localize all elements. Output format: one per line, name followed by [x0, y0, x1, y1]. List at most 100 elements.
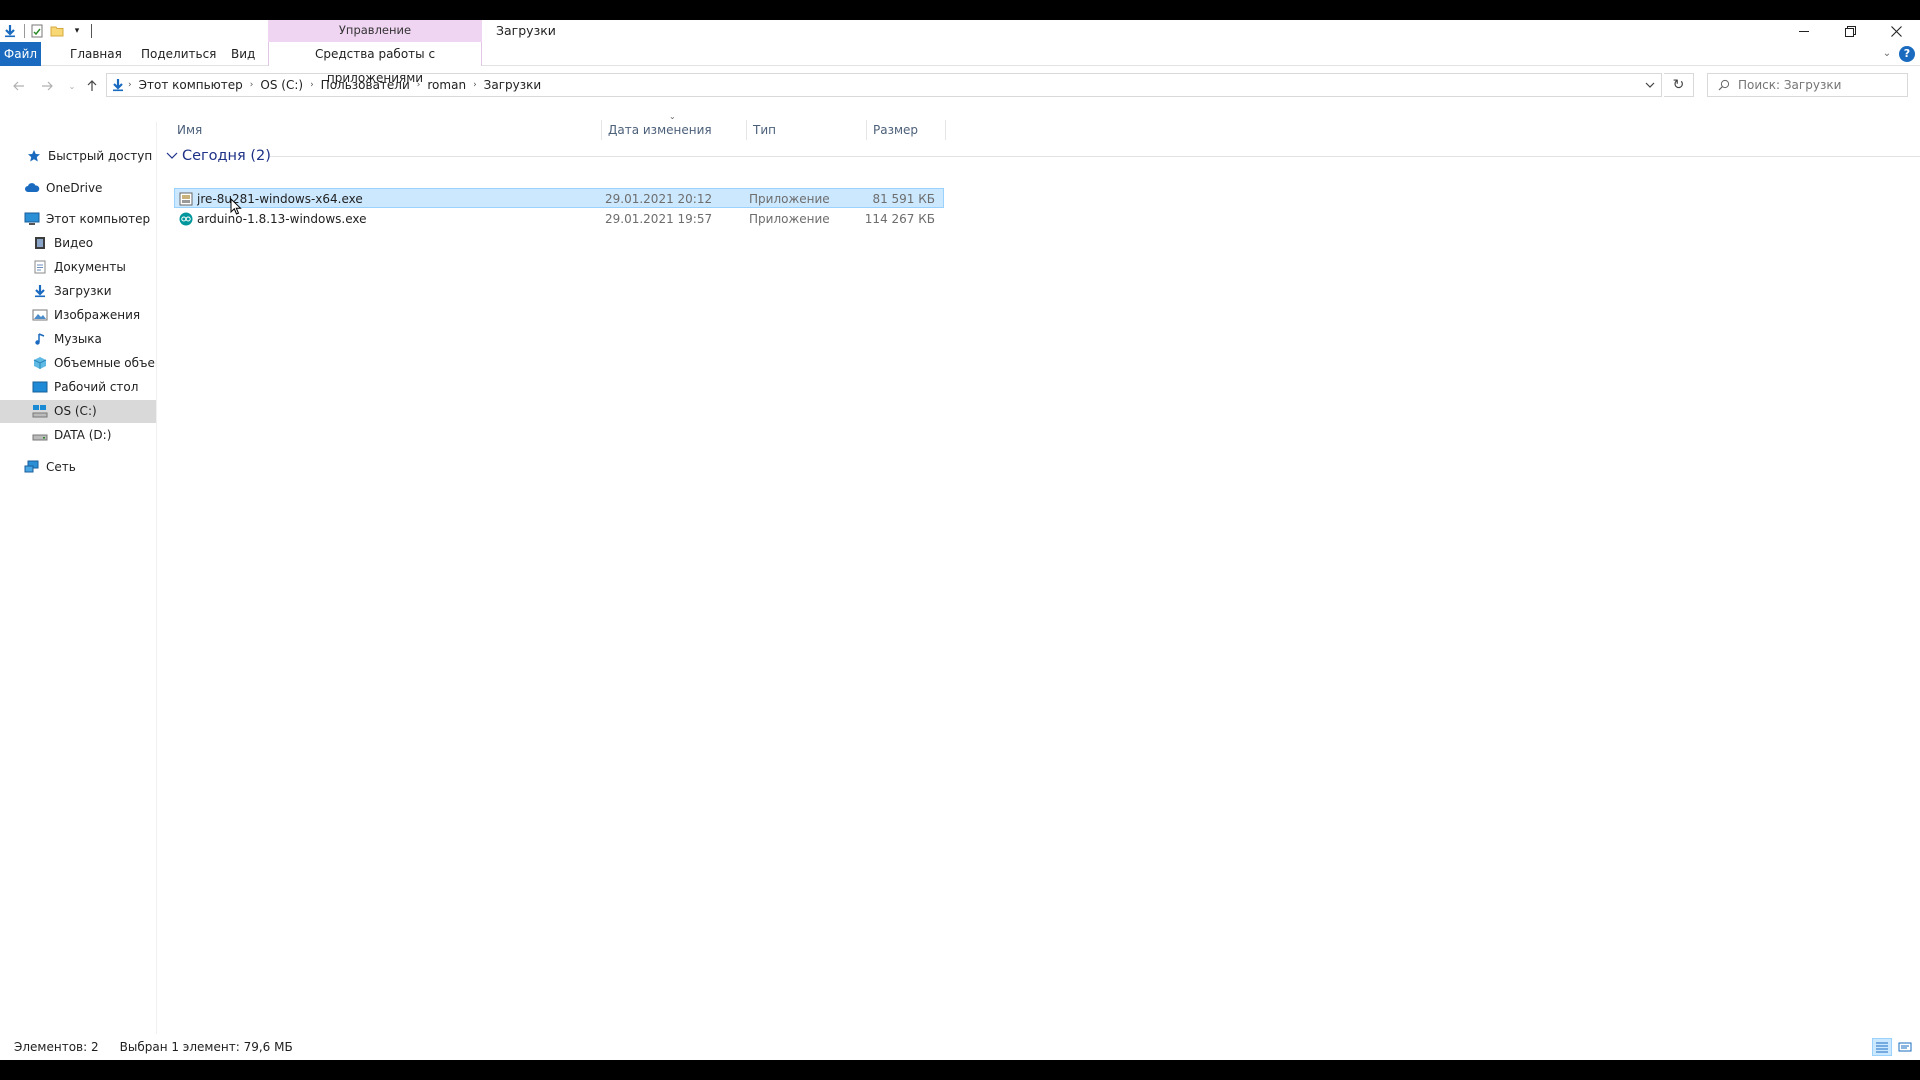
minimize-icon — [1799, 31, 1809, 32]
drive-icon — [32, 403, 48, 419]
chevron-right-icon[interactable]: › — [307, 80, 317, 90]
nav-item-video[interactable]: Видео — [32, 232, 93, 254]
breadcrumb-users[interactable]: Пользователи — [317, 78, 414, 92]
nav-item-music[interactable]: Музыка — [32, 328, 102, 350]
document-icon — [32, 259, 48, 275]
expand-ribbon-icon[interactable]: ⌄ — [1880, 42, 1894, 66]
properties-icon[interactable] — [29, 23, 45, 39]
installer-icon — [179, 190, 195, 208]
customize-toolbar-icon[interactable]: ▾ — [69, 23, 85, 39]
file-date: 29.01.2021 19:57 — [605, 212, 713, 226]
up-button[interactable] — [82, 76, 102, 96]
breadcrumb-this-pc[interactable]: Этот компьютер — [135, 78, 247, 92]
cube-icon — [32, 355, 48, 371]
arduino-icon — [179, 210, 195, 228]
star-icon — [26, 148, 42, 164]
file-name: jre-8u281-windows-x64.exe — [197, 192, 363, 206]
mouse-cursor-icon — [230, 197, 242, 216]
computer-icon — [24, 211, 40, 227]
file-type: Приложение — [749, 212, 830, 226]
back-button[interactable] — [9, 76, 29, 96]
large-icons-view-icon — [1898, 1042, 1912, 1052]
details-view-button[interactable] — [1872, 1038, 1892, 1056]
group-header-today[interactable]: Сегодня (2) — [166, 146, 271, 166]
file-size: 81 591 КБ — [872, 192, 935, 206]
nav-item-data-d[interactable]: DATA (D:) — [32, 424, 111, 446]
tab-file[interactable]: Файл — [0, 42, 41, 66]
nav-item-images[interactable]: Изображения — [32, 304, 140, 326]
nav-item-downloads[interactable]: Загрузки — [32, 280, 112, 302]
breadcrumb-downloads[interactable]: Загрузки — [480, 78, 546, 92]
cloud-icon — [24, 180, 40, 196]
new-folder-icon[interactable] — [49, 23, 65, 39]
close-icon — [1890, 25, 1902, 37]
close-button[interactable] — [1873, 20, 1919, 42]
search-box[interactable] — [1707, 73, 1908, 97]
download-icon — [32, 283, 48, 299]
status-bar: Элементов: 2 Выбран 1 элемент: 79,6 МБ — [0, 1034, 1920, 1060]
tab-view[interactable]: Вид — [231, 42, 255, 66]
breadcrumb-os-c[interactable]: OS (C:) — [256, 78, 307, 92]
network-icon — [24, 459, 40, 475]
help-icon[interactable]: ? — [1899, 46, 1915, 62]
refresh-button[interactable]: ↻ — [1664, 73, 1694, 97]
nav-item-documents[interactable]: Документы — [32, 256, 126, 278]
nav-item-desktop[interactable]: Рабочий стол — [32, 376, 138, 398]
tab-home[interactable]: Главная — [70, 42, 122, 66]
address-history-button[interactable] — [1639, 74, 1661, 96]
restore-button[interactable] — [1827, 20, 1873, 42]
recent-locations-button[interactable]: ⌄ — [62, 76, 82, 96]
chevron-down-icon: ⌄ — [68, 81, 76, 91]
file-row[interactable]: arduino-1.8.13-windows.exe 29.01.2021 19… — [174, 209, 944, 229]
window-title: Загрузки — [496, 23, 556, 38]
breadcrumb-roman[interactable]: roman — [423, 78, 470, 92]
nav-item-network[interactable]: Сеть — [24, 456, 76, 478]
tab-application-tools[interactable]: Средства работы с приложениями — [268, 42, 482, 85]
file-size: 114 267 КБ — [864, 212, 935, 226]
up-arrow-icon — [87, 80, 97, 91]
nav-item-3d-objects[interactable]: Объемные объекты — [32, 352, 156, 374]
quick-access-toolbar: ▾ — [0, 20, 92, 42]
toolbar-divider — [91, 24, 92, 38]
back-arrow-icon — [13, 81, 24, 91]
file-type: Приложение — [749, 192, 830, 206]
nav-item-this-pc[interactable]: Этот компьютер — [24, 208, 150, 230]
restore-icon — [1844, 25, 1856, 37]
forward-button[interactable] — [37, 76, 57, 96]
file-list-pane: Имя Дата изменения ⌄ Тип Размер Сегодня … — [158, 108, 1920, 1034]
file-date: 29.01.2021 20:12 — [605, 192, 713, 206]
title-bar: ▾ Управление Загрузки — [0, 20, 1920, 42]
chevron-right-icon[interactable]: › — [470, 80, 480, 90]
image-icon — [32, 307, 48, 323]
nav-item-onedrive[interactable]: OneDrive — [24, 177, 102, 199]
chevron-right-icon[interactable]: › — [414, 80, 424, 90]
search-input[interactable] — [1738, 78, 1898, 92]
forward-arrow-icon — [42, 81, 53, 91]
chevron-down-icon — [166, 152, 178, 159]
drive-icon — [32, 427, 48, 443]
refresh-icon: ↻ — [1672, 77, 1685, 93]
chevron-right-icon[interactable]: › — [125, 80, 135, 90]
navigation-pane: Быстрый доступ OneDrive Этот компьютер В… — [0, 122, 157, 1034]
navigation-bar: ⌄ › Этот компьютер › OS (C:) › Пользоват… — [0, 68, 1920, 102]
column-header-type[interactable]: Тип — [747, 120, 867, 140]
chevron-right-icon[interactable]: › — [247, 80, 257, 90]
sort-arrow-icon: ⌄ — [669, 112, 676, 121]
column-header-name[interactable]: Имя — [171, 120, 602, 140]
nav-item-quick-access[interactable]: Быстрый доступ — [26, 145, 152, 167]
manage-tab-header: Управление — [268, 20, 482, 42]
nav-item-os-c[interactable]: OS (C:) — [32, 400, 97, 422]
group-divider — [270, 156, 1920, 157]
file-row[interactable]: jre-8u281-windows-x64.exe 29.01.2021 20:… — [174, 188, 944, 208]
chevron-down-icon — [1645, 82, 1655, 88]
details-view-icon — [1876, 1042, 1888, 1053]
column-header-date[interactable]: Дата изменения — [602, 120, 747, 140]
minimize-button[interactable] — [1781, 20, 1827, 42]
desktop-icon — [32, 379, 48, 395]
large-icons-view-button[interactable] — [1895, 1038, 1915, 1056]
ribbon-tab-bar: Файл Главная Поделиться Вид Средства раб… — [0, 42, 1920, 85]
address-bar[interactable]: › Этот компьютер › OS (C:) › Пользовател… — [106, 73, 1662, 97]
column-header-size[interactable]: Размер — [867, 120, 946, 140]
tab-share[interactable]: Поделиться — [141, 42, 216, 66]
search-icon — [1718, 79, 1730, 91]
